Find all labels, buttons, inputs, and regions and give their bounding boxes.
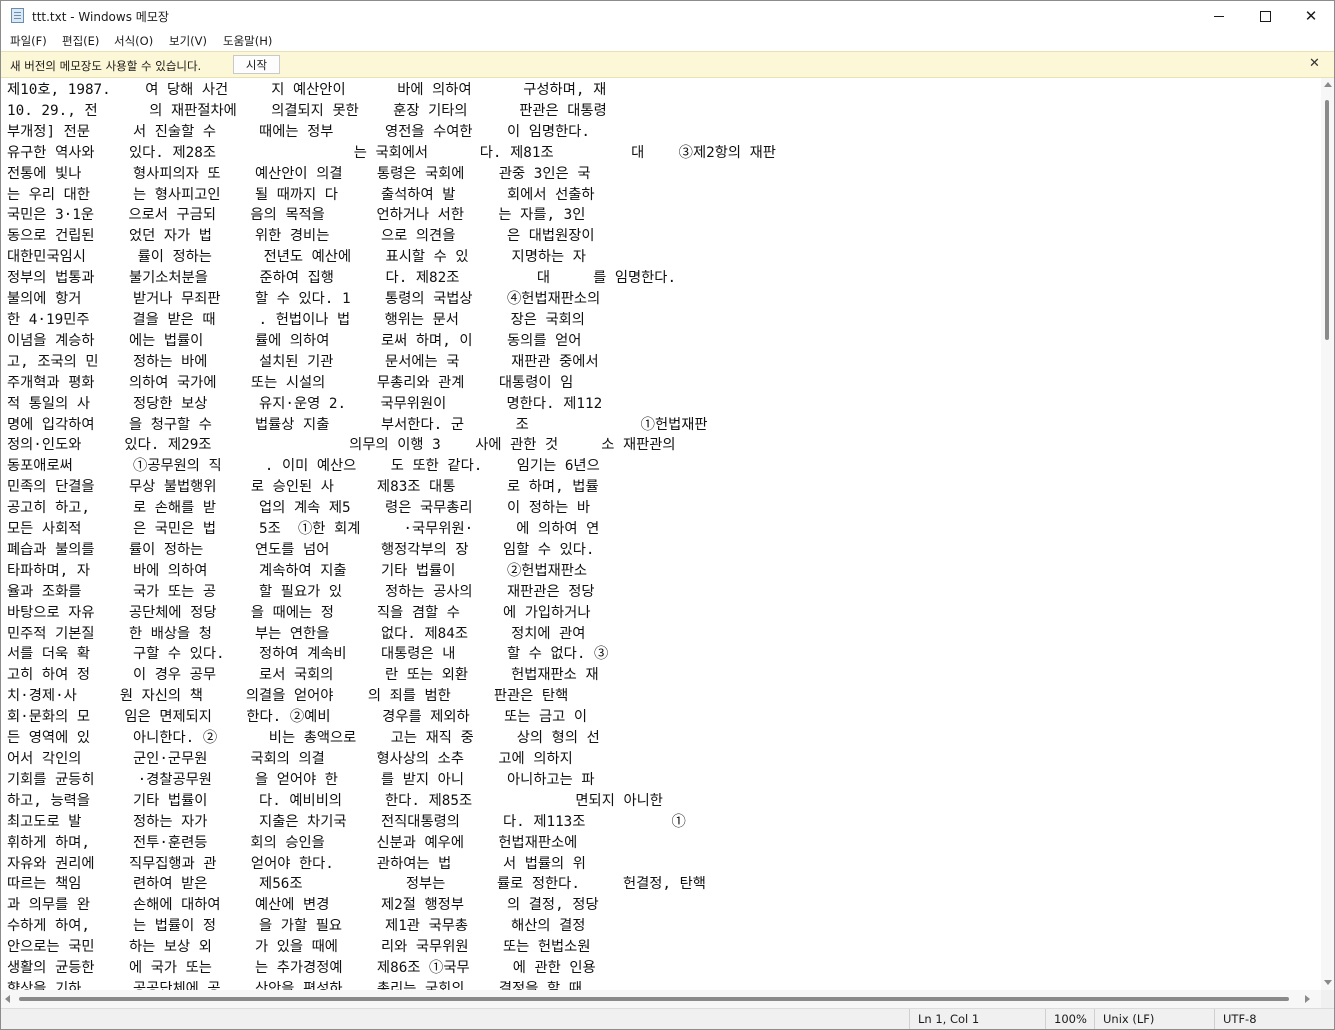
maximize-icon [1259, 10, 1271, 22]
horizontal-scroll-thumb[interactable] [19, 997, 1289, 1001]
notepad-app-icon [11, 8, 24, 23]
notepad-window: ttt.txt - Windows 메모장 ✕ 파일(F) 편집(E) 서식(O… [0, 0, 1335, 1030]
menu-edit[interactable]: 편집(E) [61, 33, 100, 49]
scroll-up-icon[interactable] [1324, 82, 1332, 87]
title-bar[interactable]: ttt.txt - Windows 메모장 ✕ [1, 1, 1334, 31]
infobar-message: 새 버전의 메모장도 사용할 수 있습니다. [10, 59, 202, 73]
menu-view[interactable]: 보기(V) [168, 33, 208, 49]
status-zoom: 100% [1045, 1009, 1094, 1029]
close-icon: ✕ [1304, 7, 1318, 25]
menu-file[interactable]: 파일(F) [9, 33, 48, 49]
vertical-scroll-thumb[interactable] [1325, 100, 1329, 340]
horizontal-scrollbar[interactable] [1, 990, 1321, 1008]
new-version-infobar: 새 버전의 메모장도 사용할 수 있습니다. 시작 ✕ [1, 51, 1334, 78]
menu-format[interactable]: 서식(O) [113, 33, 154, 49]
close-button[interactable]: ✕ [1288, 1, 1334, 31]
scroll-down-icon[interactable] [1324, 980, 1332, 985]
menu-help[interactable]: 도움말(H) [222, 33, 273, 49]
scroll-right-icon[interactable] [1305, 995, 1310, 1003]
status-bar: Ln 1, Col 1 100% Unix (LF) UTF-8 [1, 1008, 1334, 1029]
status-encoding: UTF-8 [1214, 1009, 1334, 1029]
maximize-button[interactable] [1242, 1, 1288, 31]
vertical-scrollbar[interactable] [1321, 78, 1334, 990]
minimize-button[interactable] [1196, 1, 1242, 31]
text-editor[interactable]: 제10호, 1987. 여 당해 사건 지 예산안이 바에 의하여 구성하며, … [1, 78, 1321, 990]
menu-bar: 파일(F) 편집(E) 서식(O) 보기(V) 도움말(H) [1, 31, 1334, 51]
infobar-close-icon[interactable]: ✕ [1309, 56, 1320, 71]
window-title: ttt.txt - Windows 메모장 [32, 10, 169, 24]
scroll-left-icon[interactable] [5, 995, 10, 1003]
status-cursor-position: Ln 1, Col 1 [909, 1009, 1045, 1029]
infobar-start-button[interactable]: 시작 [233, 55, 280, 74]
scrollbar-corner [1321, 990, 1334, 1008]
status-line-ending: Unix (LF) [1094, 1009, 1214, 1029]
minimize-icon [1214, 15, 1224, 17]
editor-content[interactable]: 제10호, 1987. 여 당해 사건 지 예산안이 바에 의하여 구성하며, … [1, 78, 1321, 990]
